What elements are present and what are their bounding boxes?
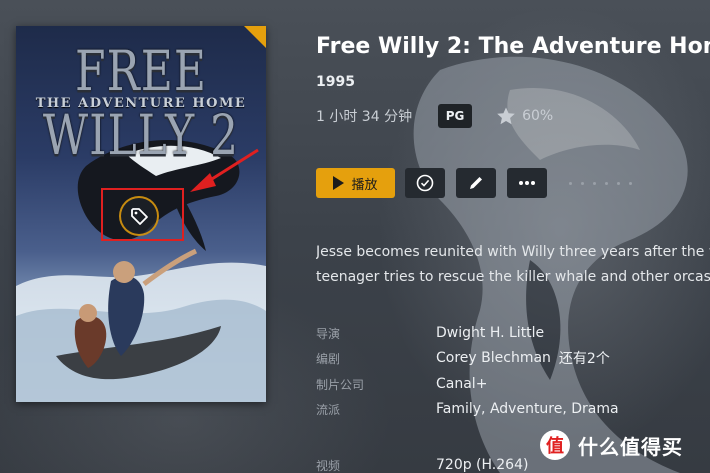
credit-row-studio: 制片公司 Canal+ (316, 373, 710, 395)
movie-duration: 1 小时 34 分钟 (316, 109, 413, 125)
site-watermark: 值 什么值得买 (540, 430, 683, 460)
movie-summary: Jesse becomes reunited with Willy three … (316, 240, 710, 292)
credit-label: 导演 (316, 326, 341, 341)
tag-button[interactable] (119, 196, 159, 236)
watermark-logo: 值 (540, 430, 570, 460)
action-toolbar: 播放 (316, 168, 632, 198)
edit-button[interactable] (456, 168, 496, 198)
annotation-arrow-icon (190, 148, 259, 192)
credit-row-genre: 流派 Family, Adventure, Drama (316, 398, 710, 420)
poster-subtitle: THE ADVENTURE HOME (35, 96, 247, 111)
movie-title: Free Willy 2: The Adventure Home (316, 34, 710, 59)
play-button-label: 播放 (351, 177, 378, 193)
summary-line: Jesse becomes reunited with Willy three … (316, 244, 710, 260)
check-circle-icon (416, 174, 434, 192)
credit-row-director: 导演 Dwight H. Little (316, 322, 710, 344)
page-indicator-dots (569, 181, 632, 185)
writer-link[interactable]: Corey Blechman (436, 350, 551, 366)
video-format: 720p (H.264) (436, 457, 529, 473)
watermark-text: 什么值得买 (578, 434, 683, 459)
play-button[interactable]: 播放 (316, 168, 395, 198)
tag-icon (131, 208, 148, 225)
studio-link[interactable]: Canal+ (436, 376, 487, 392)
movie-meta-row: 1 小时 34 分钟 PG 60% (316, 104, 553, 128)
poster-corner-flag (244, 26, 266, 48)
credit-label: 流派 (316, 402, 341, 417)
credit-label: 制片公司 (316, 377, 365, 392)
mark-watched-button[interactable] (405, 168, 445, 198)
genre-links[interactable]: Family, Adventure, Drama (436, 401, 619, 417)
more-options-button[interactable] (507, 168, 547, 198)
credit-label: 编剧 (316, 351, 341, 366)
credit-label: 视频 (316, 458, 341, 473)
content-rating-badge: PG (438, 104, 473, 128)
more-writers-link[interactable]: 还有2个 (559, 348, 610, 368)
star-icon (497, 107, 515, 125)
director-link[interactable]: Dwight H. Little (436, 325, 544, 341)
ellipsis-icon (519, 181, 535, 185)
credit-row-writer: 编剧 Corey Blechman 还有2个 (316, 347, 710, 369)
summary-line: teenager tries to rescue the killer whal… (316, 269, 710, 285)
pencil-icon (470, 177, 482, 189)
play-icon (333, 176, 345, 190)
movie-year: 1995 (316, 74, 355, 90)
audience-score: 60% (522, 108, 554, 124)
